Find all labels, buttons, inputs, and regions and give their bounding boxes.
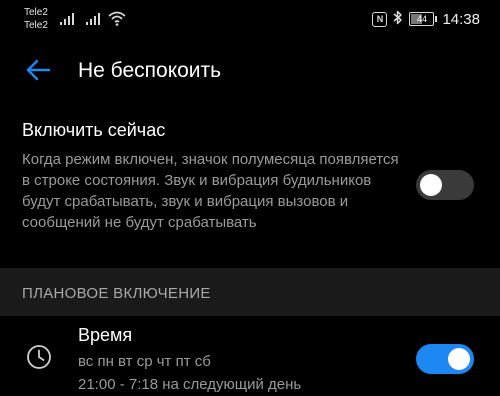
schedule-title: Время [78,325,133,345]
schedule-time-range: 21:00 - 7:18 на следующий день [78,376,302,393]
clock-icon [27,345,51,369]
nfc-icon: N [372,11,388,27]
carrier-2-label: Tele2 [24,20,48,31]
battery-level: 44 [416,14,427,24]
toggle-knob [420,174,442,196]
status-time: 14:38 [442,10,480,28]
toggle-knob [448,348,470,370]
schedule-time-row[interactable]: Время вс пн вт ср чт пт сб 21:00 - 7:18 … [0,316,500,396]
enable-now-toggle[interactable] [416,170,474,200]
signal-1-icon [60,11,76,25]
wifi-icon [108,11,126,26]
setting-enable-now-description: Когда режим включен, значок полумесяца п… [22,151,399,231]
carrier-1-label: Tele2 [24,7,48,18]
schedule-days: вс пн вт ср чт пт сб [78,353,211,370]
section-header-title: ПЛАНОВОЕ ВКЛЮЧЕНИЕ [22,285,211,302]
arrow-back-icon [26,59,51,81]
setting-enable-now[interactable]: Включить сейчас Когда режим включен, зна… [0,106,500,266]
battery-icon: 44 [409,12,438,26]
app-bar: Не беспокоить [0,40,500,102]
section-header-scheduled: ПЛАНОВОЕ ВКЛЮЧЕНИЕ [0,268,500,316]
back-button[interactable] [22,54,54,86]
setting-enable-now-title: Включить сейчас [22,120,166,140]
carrier-labels: Tele2 Tele2 [24,6,48,32]
status-bar: Tele2 Tele2 N 44 14:38 [0,0,500,40]
bluetooth-icon [393,10,403,28]
page-title: Не беспокоить [78,59,222,82]
signal-2-icon [86,11,102,25]
schedule-toggle[interactable] [416,344,474,374]
status-right-group: N 44 14:38 [372,8,480,30]
